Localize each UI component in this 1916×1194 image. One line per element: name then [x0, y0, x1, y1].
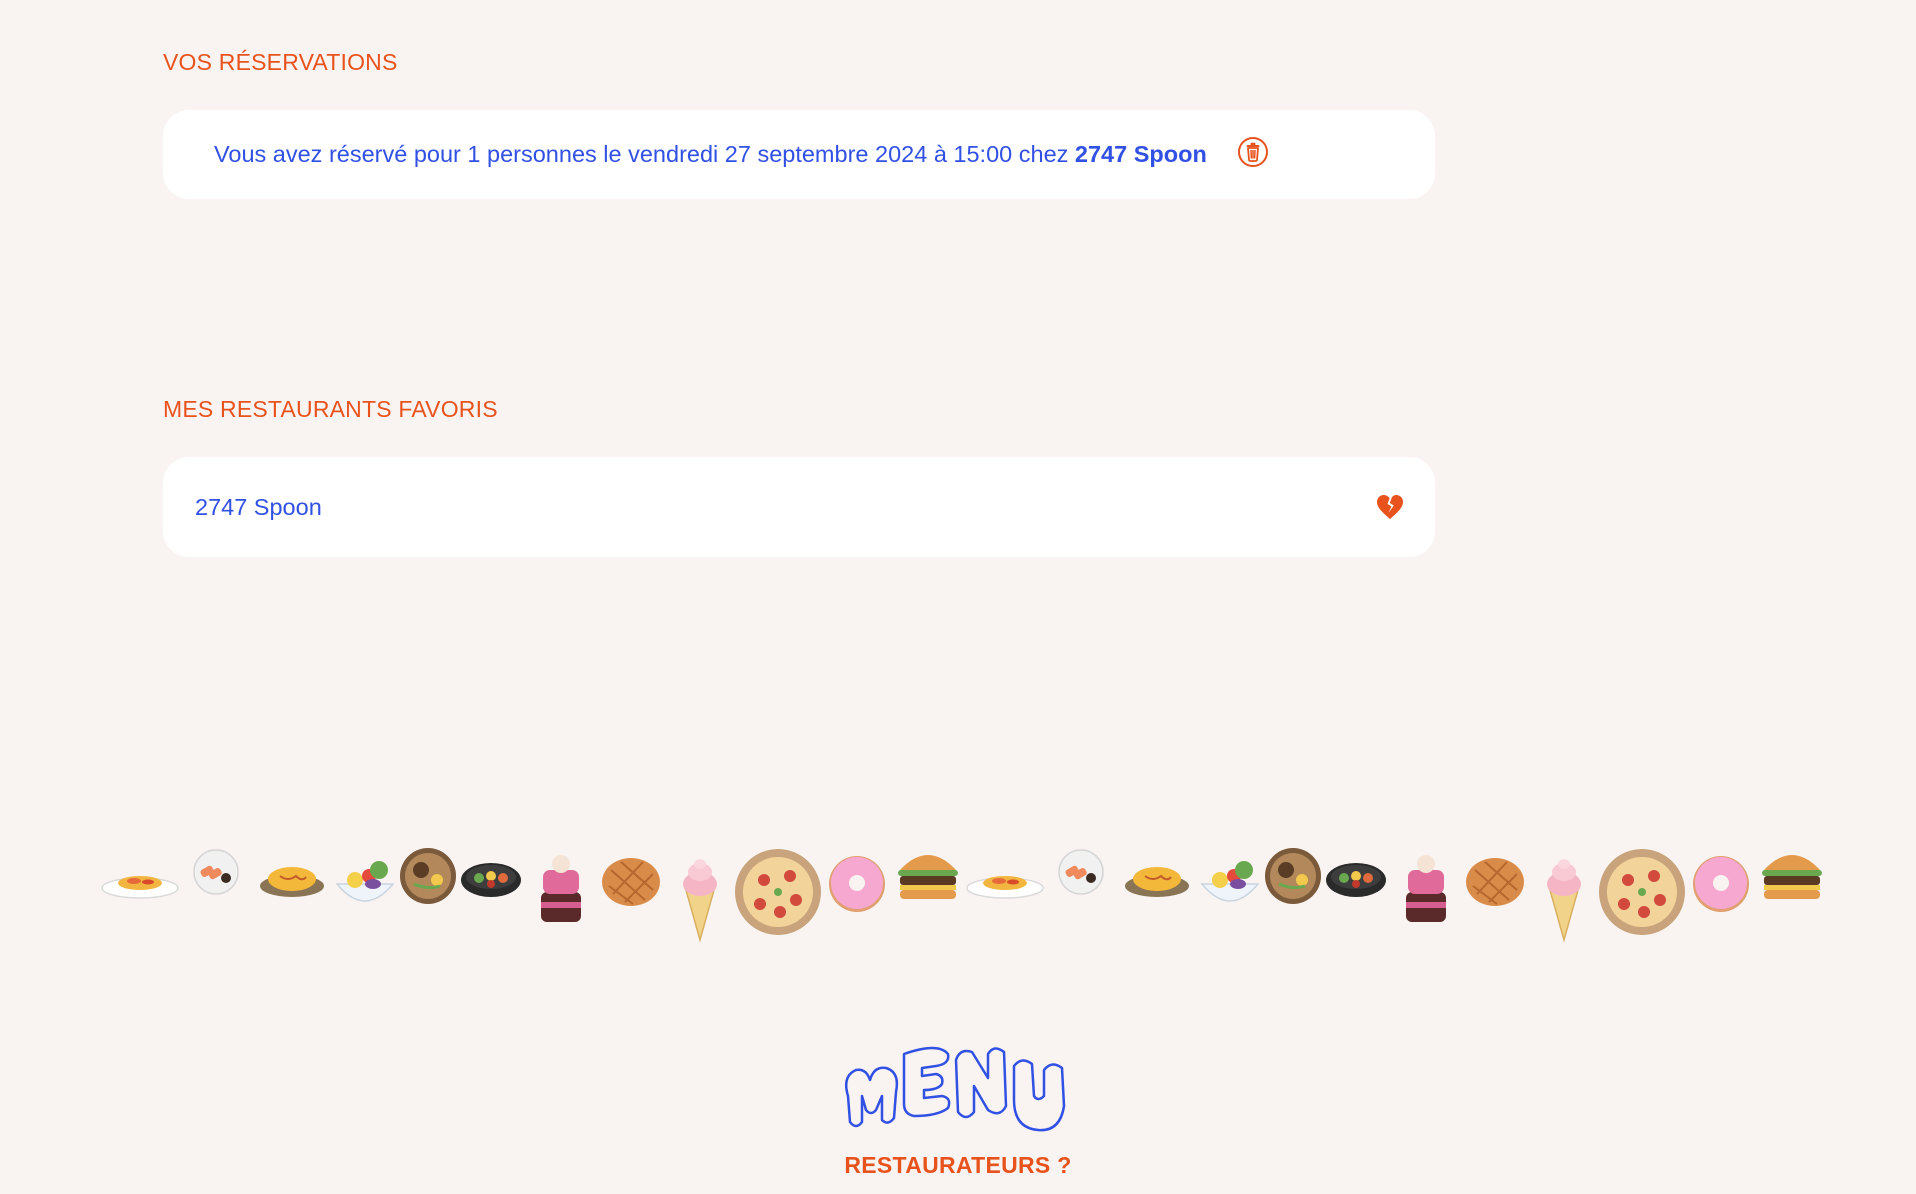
favorite-restaurant-name[interactable]: 2747 Spoon: [195, 494, 322, 521]
remove-favorite-button[interactable]: [1375, 492, 1405, 522]
broken-heart-icon: [1377, 495, 1403, 519]
bibimbap-icon: [461, 863, 521, 897]
melon-bread-icon: [1465, 857, 1525, 907]
burger-icon: [1762, 855, 1822, 899]
pizza-icon: [1599, 849, 1685, 935]
bibimbap-icon: [1326, 863, 1386, 897]
reservation-details: Vous avez réservé pour 1 personnes le ve…: [214, 141, 1075, 167]
ramen-bowl-icon: [398, 846, 458, 906]
reservation-text: Vous avez réservé pour 1 personnes le ve…: [214, 141, 1207, 168]
restaurateurs-link[interactable]: RESTAURATEURS ?: [0, 1152, 1916, 1179]
reservation-restaurant-name[interactable]: 2747 Spoon: [1075, 141, 1207, 167]
reservation-card: Vous avez réservé pour 1 personnes le ve…: [163, 110, 1435, 199]
ice-cream-cone-icon: [1546, 858, 1582, 941]
food-icons-banner: [101, 846, 1822, 941]
donut-icon: [1693, 856, 1749, 912]
delete-reservation-button[interactable]: [1237, 136, 1269, 168]
pizza-icon: [735, 849, 821, 935]
omelette-rice-icon: [259, 866, 325, 898]
burger-icon: [898, 855, 958, 899]
trash-icon: [1237, 136, 1268, 167]
reservations-title: VOS RÉSERVATIONS: [163, 49, 398, 75]
layer-cake-icon: [541, 855, 581, 922]
favorites-title: MES RESTAURANTS FAVORIS: [163, 396, 498, 422]
sushi-plate-icon: [193, 849, 239, 895]
favorite-restaurant-card: 2747 Spoon: [163, 457, 1435, 557]
pasta-plate-icon: [101, 875, 179, 899]
pasta-plate-icon: [966, 875, 1044, 899]
melon-bread-icon: [601, 857, 661, 907]
menu-logo[interactable]: [838, 1036, 1084, 1138]
ice-cream-cone-icon: [682, 858, 718, 941]
ramen-bowl-icon: [1263, 846, 1323, 906]
salad-bowl-icon: [1201, 860, 1259, 902]
donut-icon: [829, 856, 885, 912]
sushi-plate-icon: [1058, 849, 1104, 895]
layer-cake-icon: [1406, 855, 1446, 922]
salad-bowl-icon: [336, 860, 394, 902]
omelette-rice-icon: [1124, 866, 1190, 898]
